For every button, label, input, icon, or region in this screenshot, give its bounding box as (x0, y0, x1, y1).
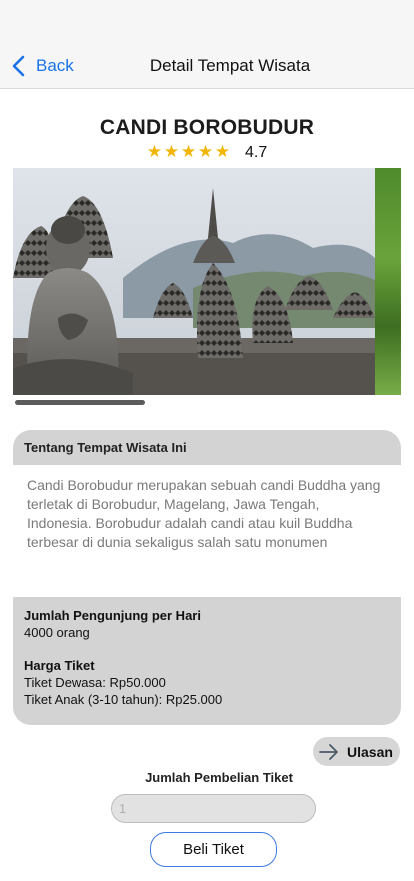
navigation-bar: Back Detail Tempat Wisata (0, 0, 414, 89)
ticket-adult: Tiket Dewasa: Rp50.000 (24, 675, 166, 690)
about-description[interactable]: Candi Borobudur merupakan sebuah candi B… (13, 465, 401, 597)
review-button[interactable]: Ulasan (313, 737, 400, 766)
quantity-label: Jumlah Pembelian Tiket (145, 770, 293, 785)
star-icon: ★ (146, 142, 163, 161)
visitors-label: Jumlah Pengunjung per Hari (24, 608, 201, 623)
star-icon: ★ (163, 142, 180, 161)
gallery-scrollbar[interactable] (15, 400, 145, 405)
star-icon: ★ (197, 142, 214, 161)
about-heading: Tentang Tempat Wisata Ini (24, 440, 187, 455)
star-icon: ★ (180, 142, 197, 161)
place-name: CANDI BOROBUDUR (99, 116, 315, 139)
quantity-input[interactable] (111, 794, 316, 823)
photo-next-preview[interactable] (375, 168, 401, 395)
photo-gallery[interactable] (13, 168, 401, 395)
ticket-child: Tiket Anak (3-10 tahun): Rp25.000 (24, 692, 223, 707)
rating-value: 4.7 (245, 144, 268, 161)
visitors-value: 4000 orang (24, 625, 90, 640)
info-section: Jumlah Pengunjung per Hari 4000 orang Ha… (24, 607, 390, 708)
arrow-right-icon (319, 743, 338, 760)
ticket-price-label: Harga Tiket (24, 658, 95, 673)
page-title: Detail Tempat Wisata (149, 56, 311, 75)
buy-ticket-button[interactable]: Beli Tiket (150, 832, 277, 867)
about-card: Tentang Tempat Wisata Ini Candi Borobudu… (13, 430, 401, 725)
star-rating: ★ ★ ★ ★ ★ (146, 143, 231, 161)
review-label: Ulasan (347, 743, 393, 760)
star-icon: ★ (214, 142, 231, 161)
photo-borobudur (13, 168, 375, 395)
rating: ★ ★ ★ ★ ★ 4.7 (146, 142, 267, 162)
